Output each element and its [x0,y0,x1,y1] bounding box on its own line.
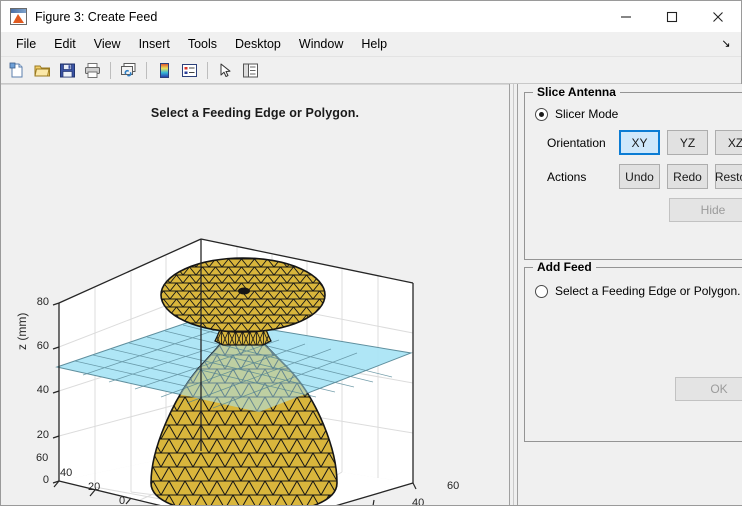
orientation-label: Orientation [535,136,619,150]
select-feeding-edge-radio[interactable] [535,285,548,298]
menu-bar: File Edit View Insert Tools Desktop Wind… [1,32,741,57]
plot-title: Select a Feeding Edge or Polygon. [1,106,509,120]
legend-icon[interactable] [177,59,201,82]
menu-desktop[interactable]: Desktop [226,34,290,54]
orientation-row: Orientation XY YZ XZ [535,130,742,155]
y-tick-40: 40 [60,467,72,479]
window-controls [603,1,741,32]
save-icon[interactable] [55,59,79,82]
link-plot-icon[interactable] [116,59,140,82]
figure-window: Figure 3: Create Feed File Edit View Ins… [0,0,742,506]
menu-tools[interactable]: Tools [179,34,226,54]
minimize-icon[interactable] [603,1,649,32]
x-tick-40: 40 [412,497,424,505]
select-feeding-edge-label: Select a Feeding Edge or Polygon. [555,284,740,298]
ok-button[interactable]: OK [675,377,742,401]
z-tick-80: 80 [27,296,49,308]
colorbar-icon[interactable] [152,59,176,82]
y-tick-20: 20 [88,481,100,493]
restore-button[interactable]: Resto... [715,164,742,189]
y-tick-60: 60 [36,452,48,464]
x-tick-60: 60 [447,480,459,492]
menu-edit[interactable]: Edit [45,34,85,54]
new-figure-icon[interactable] [5,59,29,82]
select-feeding-edge-row[interactable]: Select a Feeding Edge or Polygon. [535,284,742,298]
hide-button[interactable]: Hide [669,198,742,222]
redo-button[interactable]: Redo [667,164,708,189]
matlab-figure-icon [10,8,27,25]
actions-row: Actions Undo Redo Resto... [535,164,742,189]
actions-label: Actions [535,170,619,184]
orientation-xy-button[interactable]: XY [619,130,660,155]
antenna-3d-plot[interactable] [1,131,509,505]
window-title: Figure 3: Create Feed [35,10,157,24]
menu-help[interactable]: Help [352,34,396,54]
pointer-cursor-icon[interactable] [213,59,237,82]
title-bar: Figure 3: Create Feed [1,1,741,32]
z-tick-40: 40 [27,384,49,396]
menu-overflow-arrow-icon[interactable]: ↘ [719,36,733,52]
open-folder-icon[interactable] [30,59,54,82]
window-body: Select a Feeding Edge or Polygon. [1,84,741,505]
menu-window[interactable]: Window [290,34,352,54]
z-tick-20: 20 [27,429,49,441]
menu-insert[interactable]: Insert [130,34,179,54]
add-feed-group: Add Feed Select a Feeding Edge or Polygo… [524,267,742,442]
toolbar [1,57,741,84]
toolbar-separator [146,62,147,79]
orientation-yz-button[interactable]: YZ [667,130,708,155]
orientation-xz-button[interactable]: XZ [715,130,742,155]
slice-antenna-group: Slice Antenna Slicer Mode Orientation XY… [524,92,742,260]
undo-button[interactable]: Undo [619,164,660,189]
plot-browser-icon[interactable] [238,59,262,82]
maximize-icon[interactable] [649,1,695,32]
menu-view[interactable]: View [85,34,130,54]
pane-splitter[interactable] [509,84,518,505]
toolbar-separator [207,62,208,79]
slicer-mode-label: Slicer Mode [555,107,618,121]
close-icon[interactable] [695,1,741,32]
slice-antenna-group-title: Slice Antenna [533,85,620,99]
slicer-mode-radio[interactable] [535,108,548,121]
hide-row: Hide [535,198,742,222]
z-tick-0: 0 [27,474,49,486]
menu-file[interactable]: File [7,34,45,54]
slicer-mode-row[interactable]: Slicer Mode [535,107,742,121]
z-axis-label: z (mm) [15,313,29,350]
print-icon[interactable] [80,59,104,82]
control-panel: Slice Antenna Slicer Mode Orientation XY… [518,84,742,505]
figure-axes-pane[interactable]: Select a Feeding Edge or Polygon. [1,84,509,505]
ok-row: OK [675,377,742,401]
z-tick-60: 60 [27,340,49,352]
toolbar-separator [110,62,111,79]
y-tick-0: 0 [119,495,125,505]
